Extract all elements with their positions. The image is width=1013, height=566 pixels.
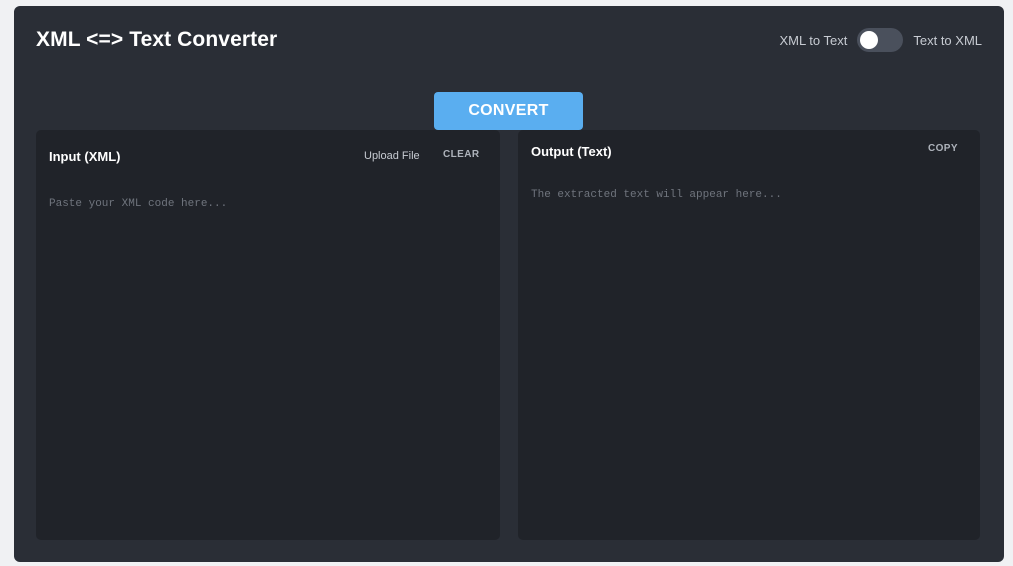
upload-file-button[interactable]: Upload File — [364, 150, 420, 162]
toggle-knob — [860, 31, 879, 49]
copy-button[interactable]: COPY — [928, 143, 958, 154]
page-title: XML <=> Text Converter — [36, 28, 278, 51]
output-panel-title: Output (Text) — [531, 144, 612, 159]
convert-button[interactable]: CONVERT — [434, 92, 583, 130]
input-panel-title: Input (XML) — [49, 149, 121, 164]
mode-switch: XML to Text Text to XML — [779, 28, 982, 52]
xml-input[interactable] — [49, 198, 487, 528]
input-panel: Input (XML) Upload File CLEAR — [36, 130, 500, 540]
output-panel: Output (Text) COPY — [518, 130, 980, 540]
text-output[interactable] — [531, 189, 967, 528]
mode-toggle[interactable] — [857, 28, 904, 52]
converter-app: XML <=> Text Converter XML to Text Text … — [14, 6, 1004, 562]
xml-to-text-label: XML to Text — [779, 32, 848, 48]
clear-button[interactable]: CLEAR — [443, 149, 479, 160]
text-to-xml-label: Text to XML — [913, 32, 982, 48]
